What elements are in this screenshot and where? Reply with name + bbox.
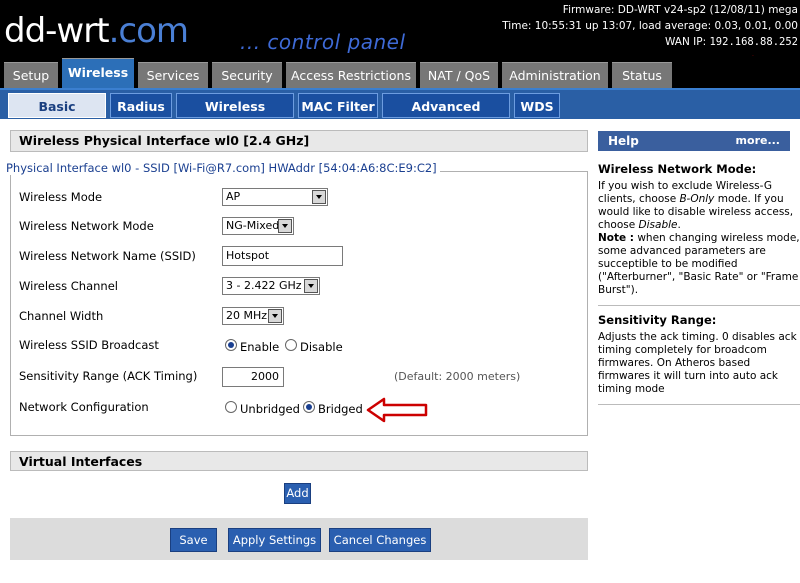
logo-domain: .com <box>108 11 189 51</box>
wireless-network-mode-label: Wireless Network Mode <box>19 219 154 233</box>
help-divider <box>598 305 800 306</box>
system-info: Firmware: DD-WRT v24-sp2 (12/08/11) mega… <box>502 2 798 50</box>
sensitivity-default-hint: (Default: 2000 meters) <box>394 370 521 383</box>
chevron-down-icon <box>278 219 292 233</box>
add-virtual-interface-button[interactable]: Add <box>284 483 311 504</box>
help-body: Wireless Network Mode: If you wish to ex… <box>598 151 800 451</box>
main-tabs: Setup Wireless Services Security Access … <box>0 56 800 88</box>
help-more-link[interactable]: more... <box>736 131 780 151</box>
chevron-down-icon <box>312 190 326 204</box>
help-mode-disable: Disable <box>638 219 678 231</box>
sub-tabs: Basic Settings Radius Wireless Security … <box>0 88 800 139</box>
subtab-mac-filter[interactable]: MAC Filter <box>298 93 378 118</box>
wireless-channel-label: Wireless Channel <box>19 279 118 293</box>
ddwrt-logo: dd-wrt.com <box>4 11 189 51</box>
netconfig-bridged-radio[interactable] <box>303 401 315 413</box>
network-configuration-label: Network Configuration <box>19 400 149 414</box>
chevron-down-icon <box>268 309 282 323</box>
tab-wireless[interactable]: Wireless <box>62 58 134 88</box>
subtab-wds[interactable]: WDS <box>514 93 560 118</box>
ssid-input[interactable]: Hotspot <box>222 246 343 266</box>
wan-ip-info: WAN IP: 192.168.88.252 <box>502 34 798 50</box>
physical-interface-legend: Physical Interface wl0 - SSID [Wi-Fi@R7.… <box>6 161 440 175</box>
subtab-basic-settings[interactable]: Basic Settings <box>8 93 106 139</box>
wireless-mode-value: AP <box>226 190 241 203</box>
virtual-interfaces-section-title: Virtual Interfaces <box>10 451 588 471</box>
tab-nat-qos[interactable]: NAT / QoS <box>420 62 498 88</box>
tab-administration[interactable]: Administration <box>502 62 608 88</box>
netconfig-unbridged-label: Unbridged <box>240 402 300 416</box>
wireless-network-mode-value: NG-Mixed <box>226 219 280 232</box>
broadcast-disable-label: Disable <box>300 340 343 354</box>
wan-ip-value: 192.168.88.252 <box>709 36 798 48</box>
control-panel-title: ... control panel <box>240 30 406 54</box>
apply-settings-button[interactable]: Apply Settings <box>228 528 321 552</box>
subtab-wireless-security[interactable]: Wireless Security <box>176 93 294 139</box>
cancel-changes-button[interactable]: Cancel Changes <box>329 528 431 552</box>
help-sensitivity-title: Sensitivity Range: <box>598 313 717 327</box>
chevron-down-icon <box>304 279 318 293</box>
physical-interface-section-title: Wireless Physical Interface wl0 [2.4 GHz… <box>10 130 588 152</box>
tab-access-restrictions[interactable]: Access Restrictions <box>286 62 416 88</box>
ssid-broadcast-label: Wireless SSID Broadcast <box>19 338 159 352</box>
help-mode-text-3: . <box>677 219 681 231</box>
subtab-advanced-settings[interactable]: Advanced Settings <box>382 93 510 139</box>
tab-setup[interactable]: Setup <box>4 62 58 88</box>
broadcast-enable-radio[interactable] <box>225 339 237 351</box>
page-header: dd-wrt.com ... control panel Firmware: D… <box>0 0 800 85</box>
uptime-info: Time: 10:55:31 up 13:07, load average: 0… <box>502 20 798 32</box>
help-title: Help <box>608 134 639 148</box>
firmware-info: Firmware: DD-WRT v24-sp2 (12/08/11) mega <box>562 4 798 16</box>
subtab-radius[interactable]: Radius <box>110 93 172 118</box>
tab-status[interactable]: Status <box>612 62 672 88</box>
channel-width-select[interactable]: 20 MHz <box>222 307 284 325</box>
save-button[interactable]: Save <box>170 528 217 552</box>
help-mode-bonly: B-Only <box>679 193 715 205</box>
tab-services[interactable]: Services <box>138 62 208 88</box>
ssid-label: Wireless Network Name (SSID) <box>19 249 196 263</box>
channel-width-value: 20 MHz <box>226 309 268 322</box>
help-wireless-mode-text: If you wish to exclude Wireless-G client… <box>598 180 800 297</box>
wan-ip-label: WAN IP: <box>664 36 707 48</box>
wireless-mode-select[interactable]: AP <box>222 188 328 206</box>
wireless-channel-select[interactable]: 3 - 2.422 GHz <box>222 277 320 295</box>
logo-text: dd-wrt <box>4 11 110 51</box>
netconfig-unbridged-radio[interactable] <box>225 401 237 413</box>
broadcast-disable-radio[interactable] <box>285 339 297 351</box>
help-sensitivity-text: Adjusts the ack timing. 0 disables ack t… <box>598 331 797 395</box>
tab-security[interactable]: Security <box>212 62 282 88</box>
help-note-label: Note : <box>598 232 634 244</box>
help-wireless-mode-title: Wireless Network Mode: <box>598 162 757 176</box>
channel-width-label: Channel Width <box>19 309 104 323</box>
help-header: Help more... <box>598 131 790 151</box>
wireless-mode-label: Wireless Mode <box>19 190 103 204</box>
physical-interface-fieldset <box>10 171 588 436</box>
broadcast-enable-label: Enable <box>240 340 280 354</box>
wireless-network-mode-select[interactable]: NG-Mixed <box>222 217 294 235</box>
sensitivity-range-label: Sensitivity Range (ACK Timing) <box>19 369 198 383</box>
help-divider <box>598 404 800 405</box>
sensitivity-range-input[interactable]: 2000 <box>222 367 284 387</box>
annotation-left-arrow-icon <box>366 397 428 423</box>
wireless-channel-value: 3 - 2.422 GHz <box>226 279 302 292</box>
netconfig-bridged-label: Bridged <box>318 402 363 416</box>
